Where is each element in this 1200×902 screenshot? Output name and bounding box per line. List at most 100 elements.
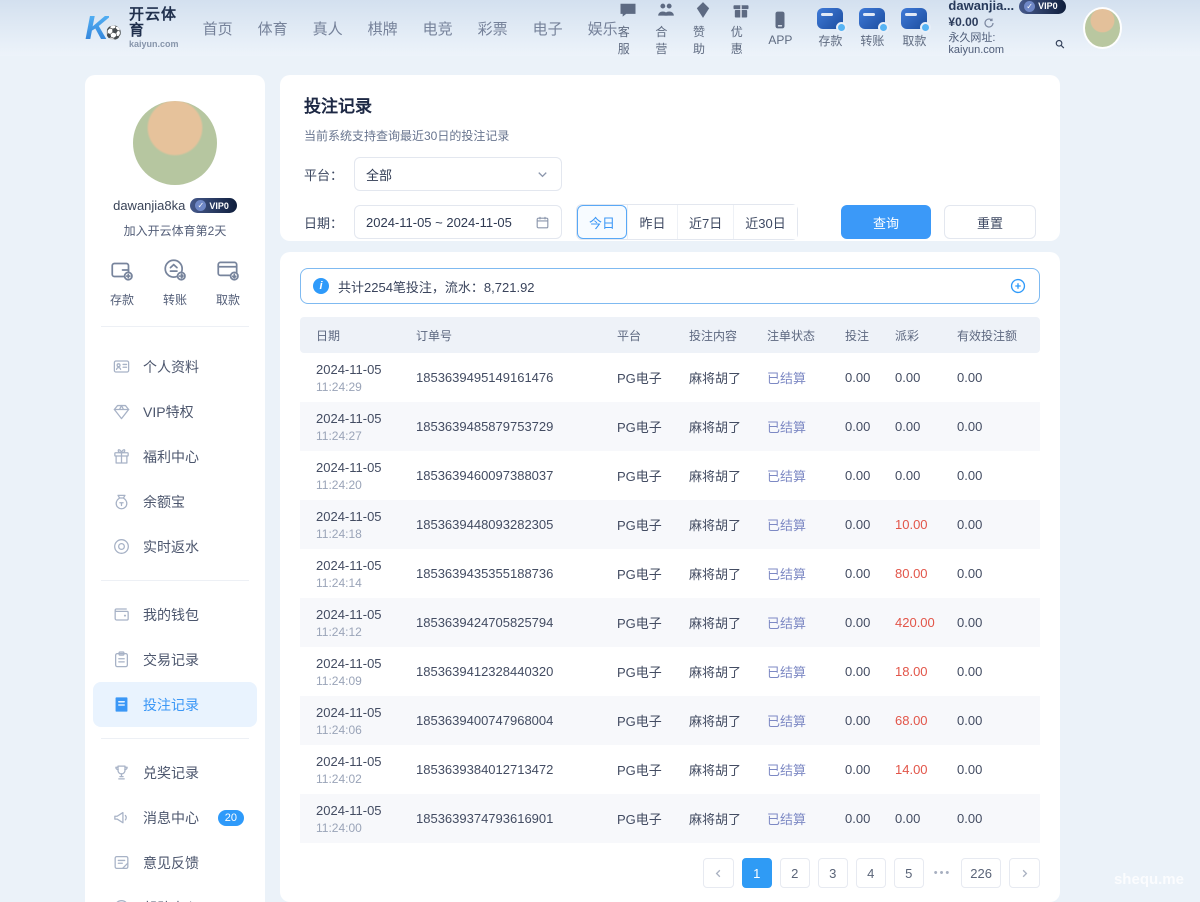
expand-button[interactable] [1009,277,1027,295]
bet-date: 2024-11-05 [316,460,416,475]
sidebar-item-help[interactable]: 帮助中心 [93,885,257,902]
transfer-card-link[interactable]: 转账 [859,8,885,49]
page-button-226[interactable]: 226 [961,858,1001,888]
sidebar-item-prize[interactable]: 兑奖记录 [93,750,257,795]
page-title: 投注记录 [304,92,1036,117]
diamond-link[interactable]: 赞助 [693,0,714,57]
valid-bet-amount: 0.00 [957,517,1024,532]
deposit-card-link[interactable]: 存款 [817,8,843,49]
bet-content: 麻将胡了 [689,564,767,583]
quick-action-deposit[interactable]: 存款 [109,257,135,308]
withdraw-card-link[interactable]: 取款 [901,8,927,49]
date-range-input[interactable]: 2024-11-05 ~ 2024-11-05 [354,205,562,239]
range-button-昨日[interactable]: 昨日 [627,205,677,239]
page-button-2[interactable]: 2 [780,858,810,888]
quick-action-withdraw[interactable]: 取款 [215,257,241,308]
vip-gem-icon [112,402,131,421]
platform-select[interactable]: 全部 [354,157,562,191]
platform: PG电子 [617,760,689,779]
bet-time: 11:24:18 [316,527,416,541]
menu-group: 兑奖记录消息中心20意见反馈帮助中心 [85,743,265,902]
divider [101,580,249,581]
search-icon[interactable] [1054,38,1066,50]
sidebar-item-feedback[interactable]: 意见反馈 [93,840,257,885]
order-number: 1853639374793616901 [416,811,617,826]
platform: PG电子 [617,417,689,436]
brand-name: 开云体育 [129,7,179,40]
bet-amount: 0.00 [845,370,895,385]
people-link[interactable]: 合营 [655,0,676,57]
range-button-近30日[interactable]: 近30日 [733,205,796,239]
bet-content: 麻将胡了 [689,760,767,779]
page-button-3[interactable]: 3 [818,858,848,888]
user-info: dawanjia... ✓ VIP0 ¥0.00 永久网址: kaiyun.co… [948,0,1065,57]
page: K ⚽ 开云体育 kaiyun.com 首页 体育 真人 棋牌 电竞 彩票 电子 娱乐 客服合… [0,0,1200,902]
vip-check-icon: ✓ [1024,1,1035,12]
diamond-icon [693,0,713,20]
withdraw-card-icon [901,8,927,29]
bet-time: 11:24:09 [316,674,416,688]
payout-amount: 14.00 [895,762,957,777]
payout-amount: 80.00 [895,566,957,581]
gift-link[interactable]: 优惠 [731,0,752,57]
reset-button[interactable]: 重置 [944,205,1036,239]
sidebar-quick-actions: 存款转账取款 [85,239,265,322]
bet-amount: 0.00 [845,517,895,532]
pagination: 12345•••226 [300,858,1040,888]
refresh-icon[interactable] [983,17,995,29]
sidebar-item-wallet[interactable]: 我的钱包 [93,592,257,637]
table-row: 2024-11-05 11:24:12 1853639424705825794 … [300,598,1040,647]
brand-domain: kaiyun.com [129,40,179,50]
help-icon [112,898,131,902]
nav-item-首页[interactable]: 首页 [203,18,233,39]
sidebar-item-money-bag[interactable]: 余额宝 [93,479,257,524]
nav-item-棋牌[interactable]: 棋牌 [368,18,398,39]
nav-item-真人[interactable]: 真人 [313,18,343,39]
prev-page-button[interactable] [703,858,734,888]
bet-amount: 0.00 [845,811,895,826]
bet-content: 麻将胡了 [689,417,767,436]
bet-date: 2024-11-05 [316,754,416,769]
bet-status: 已结算 [767,417,845,436]
phone-link[interactable]: APP [768,10,792,47]
bet-status: 已结算 [767,662,845,681]
bet-amount: 0.00 [845,419,895,434]
nav-item-体育[interactable]: 体育 [258,18,288,39]
chevron-right-icon [1018,867,1031,880]
range-button-近7日[interactable]: 近7日 [677,205,733,239]
info-icon: i [313,278,329,294]
column-header: 日期 [316,327,416,344]
table-header: 日期订单号平台投注内容注单状态投注派彩有效投注额 [300,317,1040,353]
payout-amount: 420.00 [895,615,957,630]
transfer-icon [162,257,188,283]
sidebar-item-message[interactable]: 消息中心20 [93,795,257,840]
nav-item-娱乐[interactable]: 娱乐 [588,18,618,39]
unread-badge: 20 [218,810,244,826]
bet-date: 2024-11-05 [316,362,416,377]
valid-bet-amount: 0.00 [957,713,1024,728]
nav-item-电子[interactable]: 电子 [533,18,563,39]
page-button-5[interactable]: 5 [894,858,924,888]
sidebar-item-vip-gem[interactable]: VIP特权 [93,389,257,434]
bet-content: 麻将胡了 [689,466,767,485]
sidebar-item-transactions[interactable]: 交易记录 [93,637,257,682]
bet-date: 2024-11-05 [316,803,416,818]
next-page-button[interactable] [1009,858,1040,888]
username[interactable]: dawanjia... [948,0,1014,14]
brand-logo[interactable]: K ⚽ 开云体育 kaiyun.com [85,7,179,50]
search-button[interactable]: 查询 [841,205,931,239]
profile-card: dawanjia8ka ✓ VIP0 加入开云体育第2天 [85,101,265,239]
range-button-今日[interactable]: 今日 [577,205,627,239]
nav-item-彩票[interactable]: 彩票 [478,18,508,39]
page-button-4[interactable]: 4 [856,858,886,888]
page-button-1[interactable]: 1 [742,858,772,888]
sidebar-item-welfare-gift[interactable]: 福利中心 [93,434,257,479]
avatar[interactable] [1083,7,1122,49]
quick-action-transfer[interactable]: 转账 [162,257,188,308]
chat-link[interactable]: 客服 [618,0,639,57]
sidebar-item-rebate[interactable]: 实时返水 [93,524,257,569]
nav-item-电竞[interactable]: 电竞 [423,18,453,39]
rebate-icon [112,537,131,556]
sidebar-item-id-card[interactable]: 个人资料 [93,344,257,389]
sidebar-item-bet-records[interactable]: 投注记录 [93,682,257,727]
